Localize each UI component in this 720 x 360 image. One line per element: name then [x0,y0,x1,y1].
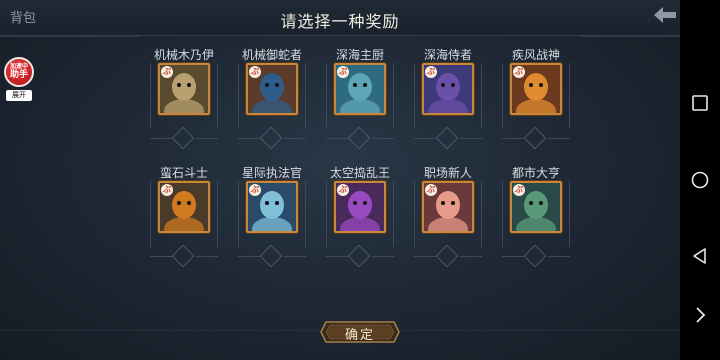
system-nav-bar [680,0,720,360]
reward-card[interactable]: 疾风战神ぷ [500,43,572,151]
decor-line [460,138,482,139]
diamond-ornament [435,244,459,268]
diamond-ornament [435,126,459,150]
hero-portrait[interactable]: ぷ [158,63,210,115]
hero-portrait[interactable]: ぷ [422,181,474,233]
decor-line [196,138,218,139]
reward-name: 职场新人 [423,166,472,180]
decor-line [548,256,570,257]
hero-portrait[interactable]: ぷ [334,181,386,233]
circle-icon[interactable] [690,170,710,190]
decor-line [414,256,436,257]
confirm-button[interactable]: 确定 [320,320,400,344]
diamond-ornament [259,126,283,150]
assistant-badge-main: 助手 [9,70,28,80]
hero-portrait[interactable]: ぷ [158,181,210,233]
hero-tag-icon: ぷ [337,66,349,78]
hero-portrait[interactable]: ぷ [510,63,562,115]
hero-portrait[interactable]: ぷ [246,63,298,115]
assistant-expand-button[interactable]: 展开 [6,90,32,101]
reward-name: 深海主厨 [335,48,384,62]
decor-line [414,138,436,139]
reward-name: 都市大亨 [511,166,560,180]
assistant-widget[interactable]: 加速中 助手 展开 [4,57,34,105]
hero-tag-icon: ぷ [337,184,349,196]
diamond-ornament [523,126,547,150]
square-icon[interactable] [690,93,710,113]
diamond-ornament [259,244,283,268]
hero-tag-icon: ぷ [161,66,173,78]
reward-card[interactable]: 深海主厨ぷ [324,43,396,151]
game-screen: 背包 请选择一种奖励 加速中 助手 展开 机械木乃伊ぷ机械御蛇者ぷ深海主厨ぷ深海… [0,0,680,360]
diamond-ornament [347,244,371,268]
reward-name: 疾风战神 [511,48,560,62]
reward-name: 机械木乃伊 [153,48,214,62]
page-title: 请选择一种奖励 [280,12,400,31]
assistant-badge[interactable]: 加速中 助手 [4,57,34,87]
decor-line [284,256,306,257]
diamond-ornament [347,126,371,150]
decor-line [502,256,524,257]
assistant-badge-top: 加速中 [9,63,28,70]
reward-card[interactable]: 蛮石斗士ぷ [148,161,220,269]
reward-card[interactable]: 都市大亨ぷ [500,161,572,269]
decor-line [150,256,172,257]
hero-tag-icon: ぷ [513,184,525,196]
reward-name: 深海侍者 [423,48,472,62]
decor-line [150,138,172,139]
decor-line [238,138,260,139]
chevron-right-icon[interactable] [690,305,710,325]
reward-card[interactable]: 机械御蛇者ぷ [236,43,308,151]
hero-tag-icon: ぷ [249,66,261,78]
reward-card[interactable]: 星际执法官ぷ [236,161,308,269]
reward-name: 蛮石斗士 [159,166,208,180]
divider [0,36,140,37]
decor-line [326,138,348,139]
decor-line [502,138,524,139]
hero-portrait[interactable]: ぷ [246,181,298,233]
hero-portrait[interactable]: ぷ [334,63,386,115]
back-arrow-icon[interactable] [652,4,678,26]
hero-portrait[interactable]: ぷ [510,181,562,233]
reward-name: 机械御蛇者 [241,48,302,62]
decor-line [372,138,394,139]
hero-tag-icon: ぷ [161,184,173,196]
hero-portrait[interactable]: ぷ [422,63,474,115]
divider [580,36,680,37]
reward-name: 太空捣乱王 [329,166,390,180]
triangle-back-icon[interactable] [690,246,710,266]
hero-tag-icon: ぷ [513,66,525,78]
decor-line [196,256,218,257]
reward-card[interactable]: 职场新人ぷ [412,161,484,269]
top-bar: 背包 请选择一种奖励 [0,0,680,36]
diamond-ornament [171,244,195,268]
decor-line [238,256,260,257]
decor-line [460,256,482,257]
hero-tag-icon: ぷ [249,184,261,196]
decor-line [284,138,306,139]
hero-tag-icon: ぷ [425,184,437,196]
hero-tag-icon: ぷ [425,66,437,78]
decor-line [372,256,394,257]
reward-card[interactable]: 深海侍者ぷ [412,43,484,151]
diamond-ornament [523,244,547,268]
reward-name: 星际执法官 [241,166,302,180]
confirm-label: 确定 [344,328,375,343]
decor-line [326,256,348,257]
decor-line [548,138,570,139]
diamond-ornament [171,126,195,150]
reward-card[interactable]: 太空捣乱王ぷ [324,161,396,269]
reward-card[interactable]: 机械木乃伊ぷ [148,43,220,151]
